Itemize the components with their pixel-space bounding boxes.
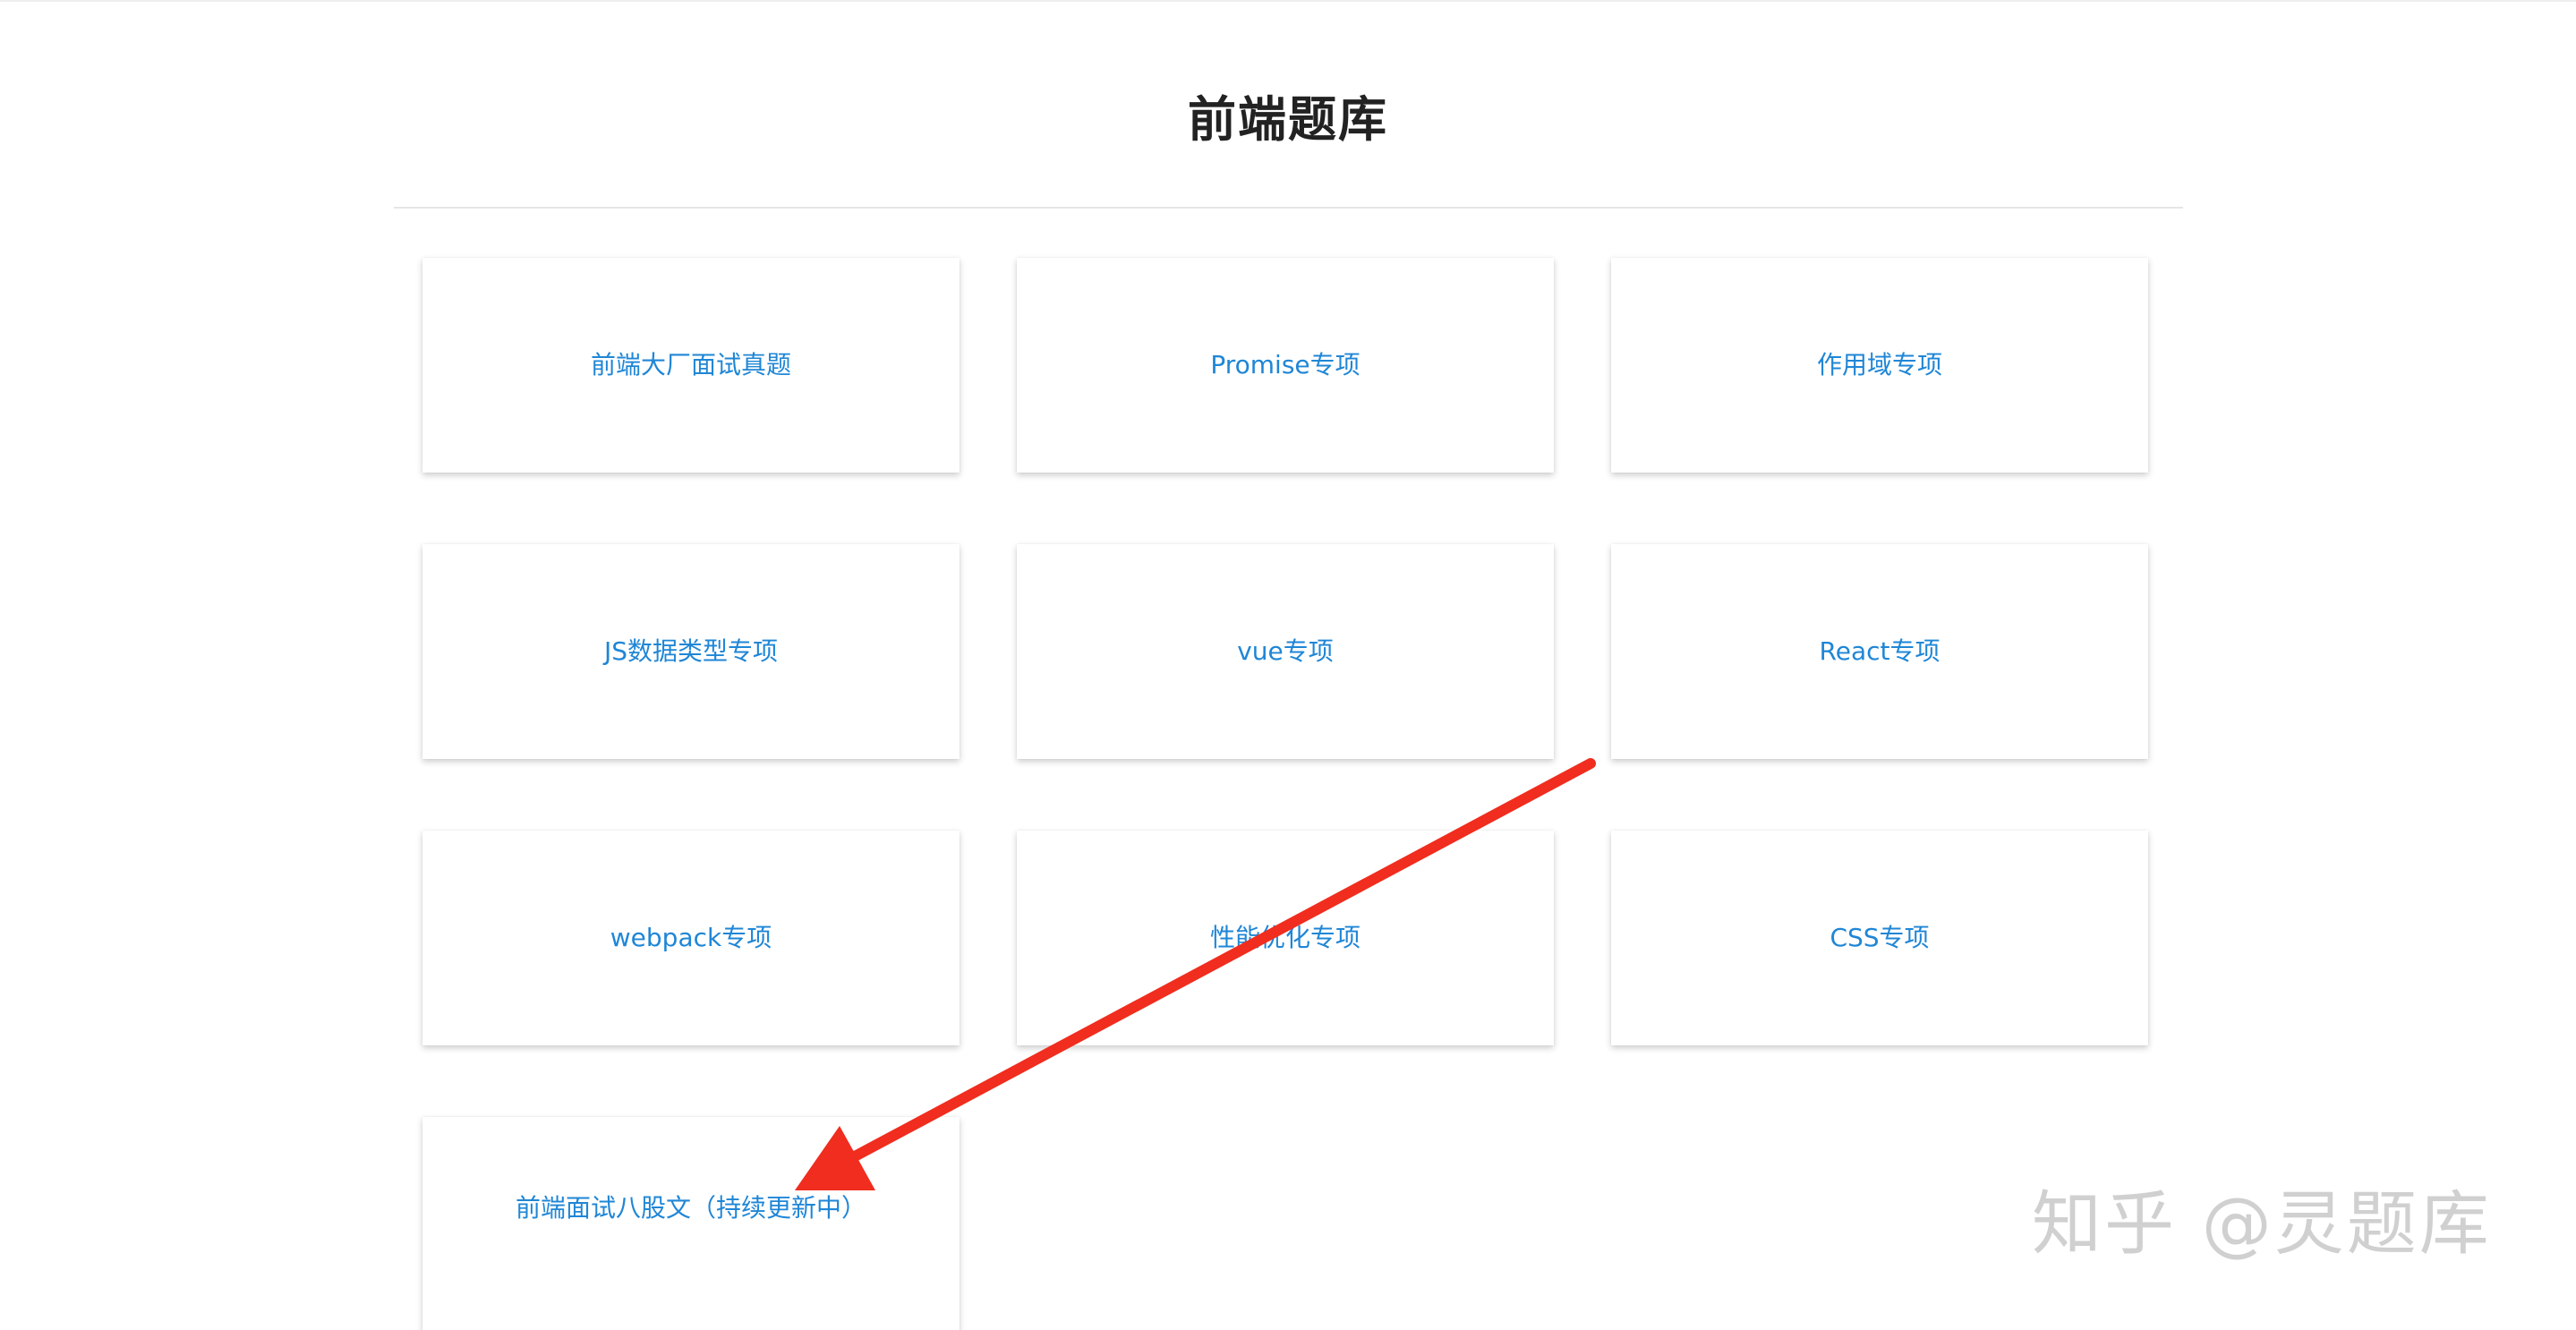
card-label[interactable]: CSS专项 [1830,922,1929,954]
card-label[interactable]: vue专项 [1237,635,1334,668]
question-bank-page: 前端题库 前端大厂面试真题 Promise专项 作用域专项 JS数据类型专项 v… [0,0,2576,1330]
top-border [0,0,2576,2]
category-card-webpack[interactable]: webpack专项 [422,831,960,1045]
category-card-js-data-types[interactable]: JS数据类型专项 [422,544,960,759]
category-card-performance[interactable]: 性能优化专项 [1017,831,1554,1045]
page-title: 前端题库 [1188,91,1388,148]
category-card-big-company-questions[interactable]: 前端大厂面试真题 [422,258,960,473]
card-label[interactable]: 前端大厂面试真题 [591,349,791,381]
category-card-scope[interactable]: 作用域专项 [1611,258,2148,473]
category-card-promise[interactable]: Promise专项 [1017,258,1554,473]
card-label[interactable]: JS数据类型专项 [604,635,778,668]
card-label[interactable]: React专项 [1820,635,1941,668]
card-label[interactable]: 前端面试八股文（持续更新中） [516,1192,866,1224]
card-label[interactable]: Promise专项 [1210,349,1360,381]
card-label[interactable]: 作用域专项 [1817,349,1942,381]
category-card-react[interactable]: React专项 [1611,544,2148,759]
category-card-vue[interactable]: vue专项 [1017,544,1554,759]
category-card-css[interactable]: CSS专项 [1611,831,2148,1045]
title-divider [394,207,2183,209]
card-label[interactable]: 性能优化专项 [1210,922,1361,954]
card-label[interactable]: webpack专项 [610,922,772,954]
watermark-text: 知乎 @灵题库 [2032,1184,2492,1265]
category-card-interview-essentials[interactable]: 前端面试八股文（持续更新中） [422,1117,960,1330]
